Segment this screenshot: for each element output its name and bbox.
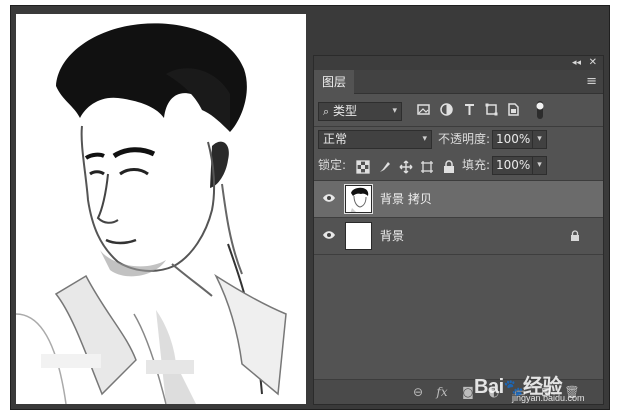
visibility-eye-icon[interactable]	[322, 193, 336, 203]
panel-tab-row: 图层 ≡	[314, 70, 603, 94]
layer-lock-icon[interactable]	[569, 230, 581, 242]
chevron-down-icon: ▾	[422, 134, 427, 144]
lock-fill-row: 锁定: 填充: 100% ▾	[314, 155, 603, 179]
layer-thumbnail-image	[346, 186, 371, 212]
portrait-image	[16, 14, 306, 404]
fill-input[interactable]: 100%	[492, 156, 536, 175]
layer-filter-row: ⌕ 类型 ▾	[314, 100, 603, 124]
opacity-dropdown-icon[interactable]: ▾	[532, 130, 547, 149]
fill-dropdown-icon[interactable]: ▾	[532, 156, 547, 175]
layer-thumbnail[interactable]	[345, 222, 372, 250]
link-layers-icon[interactable]: ⊖	[410, 384, 426, 400]
opacity-label: 不透明度:	[438, 132, 491, 146]
chevron-down-icon: ▾	[392, 106, 397, 116]
layer-name[interactable]: 背景 拷贝	[380, 181, 432, 218]
layer-row-background-copy[interactable]: 背景 拷贝	[314, 181, 603, 218]
baidu-jingyan-watermark: Bai🐾经验 jingyan.baidu.com	[452, 366, 602, 406]
visibility-eye-icon[interactable]	[322, 230, 336, 240]
document-image[interactable]	[16, 14, 306, 404]
blend-opacity-row: 正常 ▾ 不透明度: 100% ▾	[314, 129, 603, 153]
lock-artboard-icon[interactable]	[420, 160, 434, 174]
lock-all-icon[interactable]	[442, 160, 456, 174]
filter-kind-label: 类型	[333, 104, 358, 118]
filter-adjustment-layer-icon[interactable]	[439, 102, 454, 117]
tab-layers[interactable]: 图层	[314, 70, 354, 94]
close-panel-icon[interactable]: ✕	[589, 56, 597, 70]
filter-smart-object-icon[interactable]	[506, 102, 521, 117]
filter-type-layer-icon[interactable]	[462, 102, 477, 117]
lock-image-pixels-icon[interactable]	[378, 160, 392, 174]
watermark-url: jingyan.baidu.com	[512, 393, 585, 403]
search-icon: ⌕	[323, 105, 330, 118]
opacity-input[interactable]: 100%	[492, 130, 536, 149]
filter-shape-layer-icon[interactable]	[484, 102, 499, 117]
blend-mode-label: 正常	[323, 132, 348, 146]
panel-menu-icon[interactable]: ≡	[586, 71, 597, 93]
lock-position-icon[interactable]	[399, 160, 413, 174]
photoshop-workspace: ◂◂ ✕ 图层 ≡ ⌕ 类型 ▾ 正常 ▾ 不透明度: 100% ▾ 锁定: 填…	[0, 0, 620, 412]
filter-kind-select[interactable]: ⌕ 类型 ▾	[318, 102, 402, 121]
divider	[314, 126, 603, 127]
filter-toggle-icon[interactable]	[534, 100, 546, 120]
panel-title-bar[interactable]: ◂◂ ✕	[314, 56, 603, 70]
blend-mode-select[interactable]: 正常 ▾	[318, 130, 432, 149]
fill-label: 填充:	[462, 158, 491, 172]
layers-panel: ◂◂ ✕ 图层 ≡ ⌕ 类型 ▾ 正常 ▾ 不透明度: 100% ▾ 锁定: 填…	[313, 55, 604, 405]
layer-row-background[interactable]: 背景	[314, 218, 603, 255]
filter-pixel-layer-icon[interactable]	[416, 102, 431, 117]
lock-label: 锁定:	[318, 158, 347, 172]
layer-name[interactable]: 背景	[380, 218, 404, 255]
collapse-panel-icon[interactable]: ◂◂	[572, 56, 581, 70]
layer-thumbnail[interactable]	[344, 184, 373, 214]
lock-transparent-pixels-icon[interactable]	[356, 160, 370, 174]
layer-style-fx-icon[interactable]: fx	[434, 384, 450, 400]
